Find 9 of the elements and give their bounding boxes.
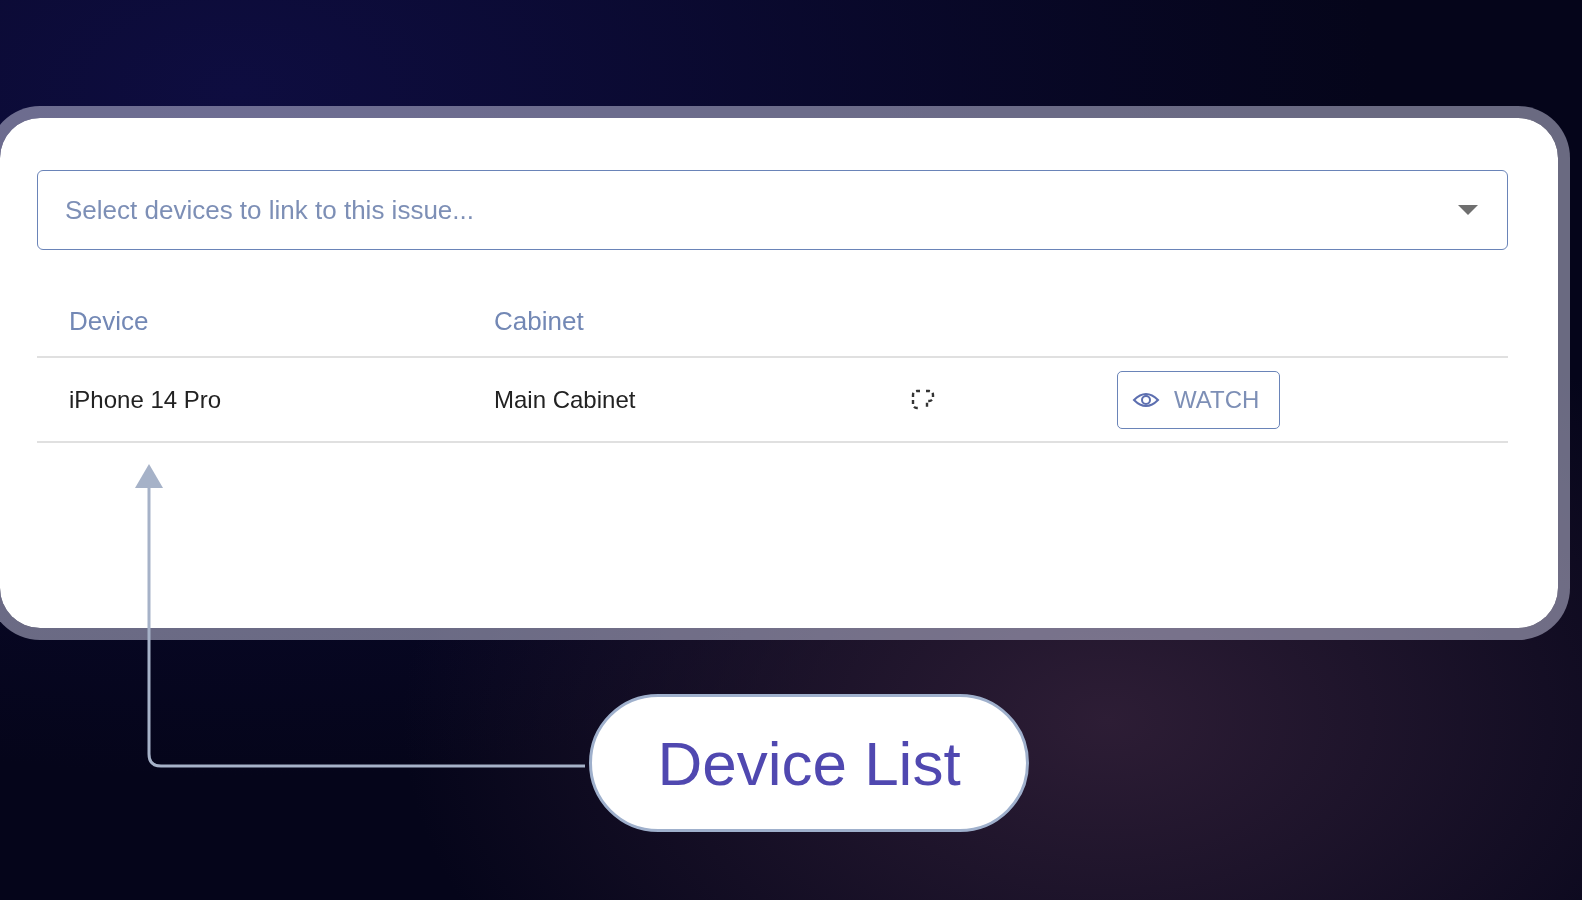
eye-icon — [1132, 390, 1160, 409]
watch-button[interactable]: WATCH — [1117, 370, 1281, 429]
callout-label: Device List — [589, 694, 1029, 832]
device-select-field[interactable]: Select devices to link to this issue... — [37, 170, 1508, 250]
table-cell-text: iPhone 14 Pro — [68, 385, 223, 414]
column-header: Cabinet — [493, 305, 585, 337]
column-header: Device — [68, 305, 150, 337]
caret-icon — [1458, 205, 1478, 215]
table-cell-text: Main Cabinet — [493, 385, 637, 414]
